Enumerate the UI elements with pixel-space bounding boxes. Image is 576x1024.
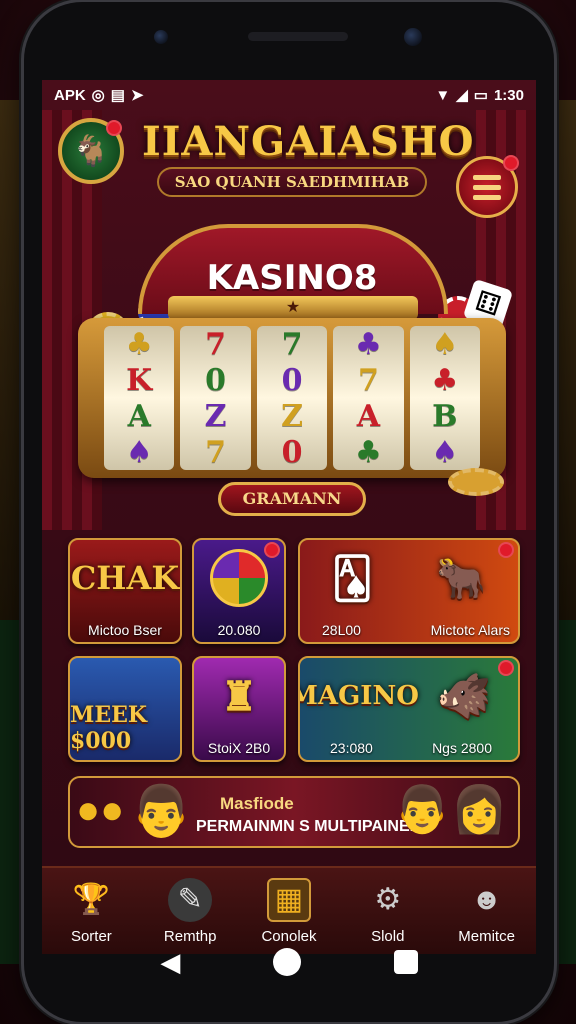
front-camera (404, 28, 422, 46)
game-tile-label: Ngs 2800 (432, 740, 492, 756)
game-tile[interactable]: ♜ StoiX 2B0 (192, 656, 286, 762)
game-tile-art: ♜ (194, 658, 284, 734)
reel-symbol: K (126, 362, 153, 398)
front-sensor (154, 30, 168, 44)
slot-reel: 70Z0 (256, 326, 328, 470)
game-tile[interactable]: MAGINO 🐗 23:080 Ngs 2800 (298, 656, 520, 762)
hamburger-line (473, 194, 501, 200)
menu-badge (503, 155, 519, 171)
game-tile[interactable]: 🂡 🐂 28L00 Mictotc Alars (298, 538, 520, 644)
slot-reel: ♣ 7 A ♣ (333, 326, 404, 470)
reel-symbol: Z (204, 398, 227, 434)
notification-badge (106, 120, 122, 136)
slot-reel: ♠ ♣ B ♠ (409, 326, 481, 470)
app-screen: APK ◎ ▤ ➤ ▼ ◢ ▭ 1:30 🐐 IIANGAIASHO SAO Q… (42, 80, 536, 954)
reel-symbol: 0 (205, 362, 227, 398)
slot-title: KASINO8 (206, 258, 378, 298)
game-tile-art: MAGINO (298, 681, 419, 711)
reel-symbol: B (432, 398, 458, 434)
bull-icon: 🐂 (436, 554, 487, 602)
recents-icon[interactable] (393, 950, 418, 974)
reel-symbol: 7 (357, 362, 379, 398)
reel-symbol: 7 (281, 326, 303, 362)
phone-frame: APK ◎ ▤ ➤ ▼ ◢ ▭ 1:30 🐐 IIANGAIASHO SAO Q… (24, 2, 554, 1022)
reel-symbol: A (356, 398, 381, 434)
calendar-icon: ▦ (266, 877, 311, 922)
game-tile-art: 🂡 🐂 (300, 540, 518, 616)
multiplayer-banner[interactable]: ●● 👨 Masfiode PERMAINMN S MULTIPAINEN 👨👩 (68, 776, 520, 848)
game-tile[interactable]: 20.080 (192, 538, 286, 644)
reel-symbol: ♣ (431, 362, 459, 398)
signal-icon: ◢ (456, 87, 468, 104)
reel-symbol: ♣ (354, 434, 382, 470)
banner-subtitle: PERMAINMN S MULTIPAINEN (196, 818, 422, 835)
slot-frame: ♣ K A ♠ 7 0 Z 7 7 0 Z 0 ♣ 7 A ♣ ♠ ♣ B ♠ (78, 318, 506, 478)
boar-icon: 🐗 (436, 671, 492, 722)
castle-icon: ♜ (221, 672, 257, 720)
player-portrait-icon: 👨 (130, 783, 193, 839)
cards-icon: 🂡 (331, 554, 373, 602)
gear-icon: ⚙ (374, 883, 402, 916)
hamburger-line (473, 174, 501, 180)
card-icon: ▤ (110, 87, 125, 104)
banner-title: Masfiode (220, 794, 294, 813)
reel-symbol: 0 (281, 362, 303, 398)
reel-symbol: 7 (205, 434, 227, 470)
slot-machine: ⚅ KASINO8 ★ ♣ K A ♠ 7 0 Z 7 7 0 Z 0 ♣ 7 A ♣ ♠ ♣ B ♠ GRAMANN (78, 224, 514, 516)
slot-reel: 70Z7 (180, 326, 251, 470)
gold-coin-stack (448, 468, 504, 496)
trophy-icon: 🏆 (72, 883, 111, 916)
home-icon[interactable] (272, 948, 301, 976)
spin-button[interactable]: GRAMANN (218, 482, 366, 516)
battery-icon: ▭ (473, 87, 488, 104)
back-icon[interactable]: ◀ (160, 947, 180, 978)
system-navigation-bar: ◀ (24, 932, 554, 992)
location-icon: ➤ (130, 87, 144, 104)
wifi-icon: ▼ (435, 86, 451, 104)
menu-button[interactable] (456, 155, 519, 218)
reel-symbol: 7 (205, 326, 227, 362)
new-badge (498, 542, 514, 558)
game-tile-label: StoiX 2B0 (207, 740, 271, 756)
slot-reels: ♣ K A ♠ 7 0 Z 7 7 0 Z 0 ♣ 7 A ♣ ♠ ♣ B ♠ (104, 326, 481, 470)
clock: 1:30 (493, 86, 524, 104)
notification-icon: ◎ (91, 87, 105, 104)
goat-mascot-icon: 🐐 (72, 134, 110, 168)
logo-title: IIANGAIASHO (142, 118, 475, 165)
reel-symbol: Z (281, 398, 303, 434)
game-tile-label: Mictotc Alars (430, 622, 510, 638)
game-tile-art: MEEK $000 (70, 702, 148, 754)
slot-reel: ♣ K A ♠ (104, 326, 175, 470)
game-tile[interactable]: MEEK $000 (68, 656, 182, 762)
app-logo: IIANGAIASHO SAO QUANH SAEDHMIHAB (142, 118, 475, 197)
reel-symbol: ♠ (431, 434, 459, 470)
game-tile-label: Mictoo Bser (88, 622, 162, 638)
slot-star-band: ★ (168, 296, 418, 320)
game-tile[interactable]: CHAK Mictoo Bser (68, 538, 182, 644)
wheel-icon (210, 549, 268, 607)
players-portrait-icon: 👨👩 (393, 783, 508, 835)
reel-symbol: A (127, 398, 151, 434)
game-tile-label: 20.080 (217, 622, 261, 638)
gold-coins-icon: ●● (76, 788, 125, 832)
app-header: 🐐 IIANGAIASHO SAO QUANH SAEDHMIHAB (42, 110, 536, 230)
reel-symbol: 0 (281, 434, 303, 470)
game-tile-art: CHAK (70, 559, 180, 597)
hamburger-line (473, 184, 501, 190)
new-badge (498, 660, 514, 676)
carrier-label: APK (54, 86, 86, 104)
user-icon: ☻ (470, 882, 503, 916)
logo-subtitle: SAO QUANH SAEDHMIHAB (156, 167, 428, 197)
profile-avatar[interactable]: 🐐 (58, 118, 124, 184)
reel-symbol: ♣ (354, 326, 382, 362)
earpiece-speaker (248, 32, 348, 41)
status-bar: APK ◎ ▤ ➤ ▼ ◢ ▭ 1:30 (42, 80, 536, 110)
reel-symbol: ♣ (125, 326, 153, 362)
new-badge (264, 542, 280, 558)
pen-icon: ✎ (168, 877, 213, 922)
reel-symbol: ♠ (431, 326, 459, 362)
reel-symbol: ♠ (125, 434, 153, 470)
